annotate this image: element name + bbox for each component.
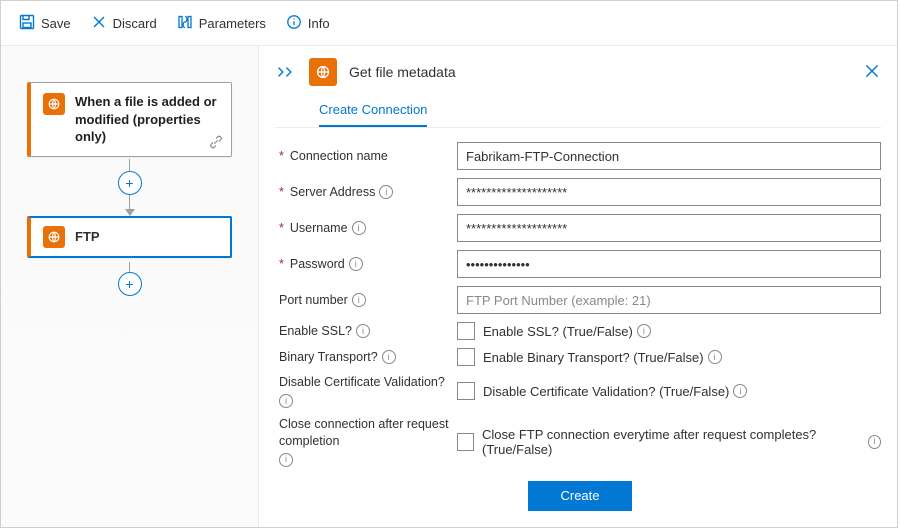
discard-button[interactable]: Discard xyxy=(81,8,167,39)
toolbar: Save Discard Parameters xyxy=(1,1,897,46)
password-label: *Password i xyxy=(279,256,449,272)
info-icon[interactable]: i xyxy=(279,394,293,408)
close-icon xyxy=(91,14,107,33)
info-icon[interactable]: i xyxy=(379,185,393,199)
link-icon xyxy=(209,135,223,152)
disable-cert-label: Disable Certificate Validation? i xyxy=(279,374,449,408)
info-icon[interactable]: i xyxy=(349,257,363,271)
panel-header: Get file metadata xyxy=(275,58,881,86)
tab-create-connection[interactable]: Create Connection xyxy=(319,96,427,127)
connection-form: *Connection name *Server Address i xyxy=(275,142,881,511)
disable-cert-check-label: Disable Certificate Validation? (True/Fa… xyxy=(483,384,747,399)
server-address-label: *Server Address i xyxy=(279,184,449,200)
username-label: *Username i xyxy=(279,220,449,236)
panel-close-button[interactable] xyxy=(863,62,881,83)
main-area: When a file is added or modified (proper… xyxy=(1,46,897,527)
trigger-node[interactable]: When a file is added or modified (proper… xyxy=(27,82,232,157)
info-icon xyxy=(286,14,302,33)
binary-transport-check-label: Enable Binary Transport? (True/False) i xyxy=(483,350,722,365)
enable-ssl-check-label: Enable SSL? (True/False) i xyxy=(483,324,651,339)
close-conn-checkbox[interactable] xyxy=(457,433,474,451)
trigger-title: When a file is added or modified (proper… xyxy=(75,93,221,146)
parameters-label: Parameters xyxy=(199,16,266,31)
info-icon[interactable]: i xyxy=(356,324,370,338)
info-icon[interactable]: i xyxy=(708,350,722,364)
parameters-icon xyxy=(177,14,193,33)
ftp-action-icon xyxy=(43,226,65,248)
info-icon[interactable]: i xyxy=(352,221,366,235)
binary-transport-label: Binary Transport? i xyxy=(279,349,449,365)
enable-ssl-checkbox[interactable] xyxy=(457,322,475,340)
close-conn-label: Close connection after request completio… xyxy=(279,416,449,467)
designer-canvas[interactable]: When a file is added or modified (proper… xyxy=(1,46,259,527)
info-label: Info xyxy=(308,16,330,31)
connector-2: + xyxy=(27,262,232,296)
parameters-button[interactable]: Parameters xyxy=(167,8,276,39)
info-icon[interactable]: i xyxy=(279,453,293,467)
ftp-action-node[interactable]: FTP xyxy=(27,216,232,258)
panel-tabs: Create Connection xyxy=(275,96,881,128)
binary-transport-checkbox[interactable] xyxy=(457,348,475,366)
add-step-button-2[interactable]: + xyxy=(118,272,142,296)
panel-title: Get file metadata xyxy=(349,64,851,80)
details-panel: Get file metadata Create Connection *Con… xyxy=(259,46,897,527)
info-icon[interactable]: i xyxy=(382,350,396,364)
close-conn-check-label: Close FTP connection everytime after req… xyxy=(482,427,881,457)
connector-1: + xyxy=(27,159,232,216)
server-address-input[interactable] xyxy=(457,178,881,206)
save-button[interactable]: Save xyxy=(9,8,81,39)
ftp-trigger-icon xyxy=(43,93,65,115)
disable-cert-checkbox[interactable] xyxy=(457,382,475,400)
password-input[interactable] xyxy=(457,250,881,278)
connection-name-label: *Connection name xyxy=(279,148,449,164)
connection-name-input[interactable] xyxy=(457,142,881,170)
enable-ssl-label: Enable SSL? i xyxy=(279,323,449,339)
add-step-button[interactable]: + xyxy=(118,171,142,195)
username-input[interactable] xyxy=(457,214,881,242)
collapse-chevrons-icon[interactable] xyxy=(275,65,297,79)
info-icon[interactable]: i xyxy=(352,293,366,307)
info-button[interactable]: Info xyxy=(276,8,340,39)
save-icon xyxy=(19,14,35,33)
port-label: Port number i xyxy=(279,292,449,308)
discard-label: Discard xyxy=(113,16,157,31)
ftp-action-title: FTP xyxy=(75,229,100,244)
app-frame: Save Discard Parameters xyxy=(0,0,898,528)
info-icon[interactable]: i xyxy=(733,384,747,398)
info-icon[interactable]: i xyxy=(868,435,881,449)
info-icon[interactable]: i xyxy=(637,324,651,338)
save-label: Save xyxy=(41,16,71,31)
create-button[interactable]: Create xyxy=(528,481,631,511)
port-input[interactable] xyxy=(457,286,881,314)
panel-ftp-icon xyxy=(309,58,337,86)
